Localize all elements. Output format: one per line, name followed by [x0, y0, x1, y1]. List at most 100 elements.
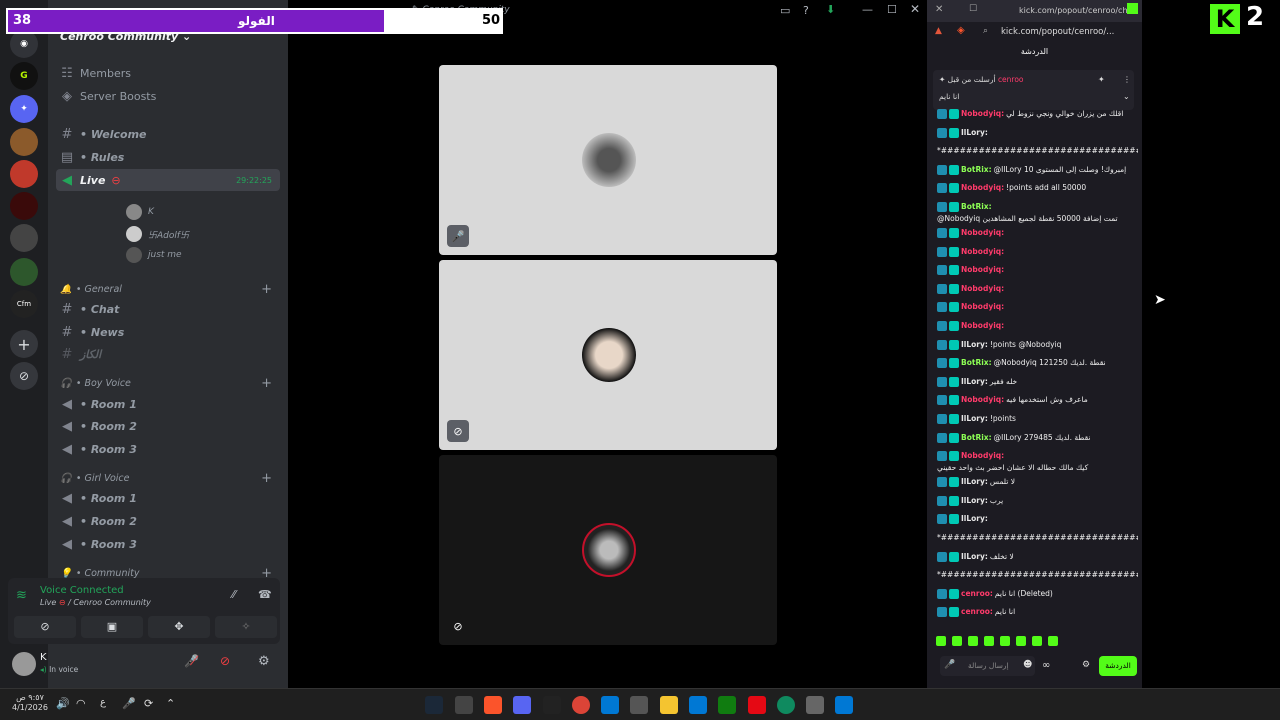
more-icon[interactable]: ⋮ [1123, 75, 1131, 84]
chat-message[interactable]: cenroo: انا نايم [937, 607, 1133, 618]
chat-username[interactable]: Nobodyiq: [961, 109, 1004, 119]
chat-username[interactable]: Nobodyiq: [961, 247, 1004, 257]
chat-message[interactable]: BotRix: @Nobodyiq تمت إضافة 50000 نقطة لج… [937, 202, 1133, 224]
category-girl-voice[interactable]: 🎧 • Girl Voice + [60, 471, 280, 486]
room-girl-2[interactable]: ◀ • Room 2 [56, 510, 280, 532]
chat-username[interactable]: IlLory: [961, 128, 988, 138]
add-channel-icon[interactable]: + [261, 471, 272, 486]
avatar[interactable] [12, 652, 36, 676]
channel-live[interactable]: ◀ Live ⊖ 29:22:25 [56, 169, 280, 191]
chat-message[interactable]: Nobodyiq: اقلك من يزران خوالي ونجي نزوط ل… [937, 109, 1133, 119]
voice-user-2[interactable]: 卐Adolf卐 [126, 225, 189, 243]
chat-username[interactable]: IlLory: [961, 340, 988, 350]
emote-icon[interactable] [1032, 636, 1042, 646]
chat-username[interactable]: BotRix: [961, 202, 992, 212]
download-icon[interactable]: ⬇ [826, 3, 835, 16]
chat-message[interactable]: IlLory: خله فقير [937, 376, 1133, 387]
soundboard-button[interactable]: ✧ [215, 616, 277, 638]
room-boy-3[interactable]: ◀ • Room 3 [56, 438, 280, 460]
brave-icon[interactable] [484, 696, 502, 714]
chat-username[interactable]: Nobodyiq: [961, 302, 1004, 312]
chat-message[interactable]: Nobodyiq: [937, 321, 1133, 331]
language-indicator[interactable]: ع [100, 697, 106, 708]
discord-home-icon[interactable]: ◉ [10, 30, 38, 58]
chat-message[interactable]: BotRix: @IlLory 279485 نقطة .لديك [937, 432, 1133, 443]
category-general[interactable]: 🔔 • General + [60, 282, 280, 297]
room-boy-1[interactable]: ◀ • Room 1 [56, 393, 280, 415]
chat-username[interactable]: Nobodyiq: [961, 265, 1004, 275]
chat-message[interactable]: Nobodyiq: [937, 246, 1133, 257]
address-bar[interactable]: ▲ ◈ ⌕ kick.com/popout/cenroo/... [927, 22, 1142, 42]
help-icon[interactable]: ? [803, 4, 809, 17]
server-icon-dark[interactable] [10, 192, 38, 220]
room-girl-1[interactable]: ◀ • Room 1 [56, 487, 280, 509]
chat-username[interactable]: BotRix: [961, 433, 992, 443]
add-channel-icon[interactable]: + [261, 282, 272, 297]
server-icon-active[interactable]: ✦ [10, 95, 38, 123]
server-icon-minecraft[interactable] [10, 128, 38, 156]
noise-suppress-icon[interactable]: ⁄⁄ [232, 588, 236, 601]
server-icon-cfm[interactable]: Cfm [10, 290, 38, 318]
chat-username[interactable]: IlLory: [961, 414, 988, 424]
notepad-icon[interactable] [630, 696, 648, 714]
add-channel-icon[interactable]: + [261, 376, 272, 391]
emote-icon[interactable] [936, 636, 946, 646]
chat-username[interactable]: cenroo: [961, 589, 993, 599]
app-icon[interactable] [543, 696, 561, 714]
add-server-icon[interactable]: + [10, 330, 38, 358]
chat-username[interactable]: IlLory: [961, 514, 988, 524]
maximize-icon[interactable]: ☐ [887, 3, 897, 16]
xbox-icon[interactable] [718, 696, 736, 714]
server-icon-red[interactable] [10, 160, 38, 188]
chat-username[interactable]: Nobodyiq: [961, 451, 1004, 461]
chat-message[interactable]: IlLory: يرب [937, 495, 1133, 506]
tab-icon[interactable]: ☐ [969, 4, 977, 14]
chat-message[interactable]: Nobodyiq: [937, 283, 1133, 294]
chat-username[interactable]: Nobodyiq: [961, 284, 1004, 294]
chat-username[interactable]: Nobodyiq: [961, 321, 1004, 331]
chat-username[interactable]: cenroo: [961, 607, 993, 617]
store-icon[interactable] [689, 696, 707, 714]
chat-message[interactable]: IlLory: لا تلمس [937, 477, 1133, 488]
chat-message[interactable]: cenroo: انا نايم (Deleted) [937, 588, 1133, 599]
chat-message[interactable]: Nobodyiq: [937, 228, 1133, 238]
chat-username[interactable]: BotRix: [961, 165, 992, 175]
discord-icon[interactable] [513, 696, 531, 714]
screen-share-button[interactable]: ▣ [81, 616, 143, 638]
channel-other[interactable]: # الكاز [56, 343, 280, 365]
video-tile-2[interactable]: ⊘ [439, 260, 777, 450]
chat-message[interactable]: IlLory: [937, 127, 1133, 138]
chat-message[interactable]: BotRix: @Nobodyiq 121250 نقطة .لديك [937, 358, 1133, 369]
photos-icon[interactable] [601, 696, 619, 714]
emote-icon[interactable] [984, 636, 994, 646]
inbox-icon[interactable]: ▭ [780, 4, 790, 17]
close-icon[interactable]: ✕ [910, 2, 920, 16]
obs-icon[interactable] [455, 696, 473, 714]
tray-app-icon[interactable]: ⟳ [144, 697, 153, 710]
chat-username[interactable]: IlLory: [961, 477, 988, 487]
chevron-up-icon[interactable]: ⌃ [166, 697, 175, 710]
file-explorer-icon[interactable] [660, 696, 678, 714]
chat-message[interactable]: *#####################################* [937, 533, 1138, 543]
edge-icon[interactable] [777, 696, 795, 714]
chat-username[interactable]: IlLory: [961, 496, 988, 506]
wifi-icon[interactable]: ◠ [76, 697, 86, 710]
chat-message[interactable]: *#####################################* [937, 570, 1138, 580]
channel-rules[interactable]: ▤ • Rules [56, 146, 280, 168]
chat-message[interactable]: IlLory: !points [937, 414, 1133, 424]
chrome-icon[interactable] [572, 696, 590, 714]
chat-username[interactable]: Nobodyiq: [961, 395, 1004, 405]
voice-user-1[interactable]: K [126, 203, 154, 221]
emote-icon[interactable] [952, 636, 962, 646]
mic-icon[interactable]: 🎤 [122, 697, 136, 710]
room-boy-2[interactable]: ◀ • Room 2 [56, 415, 280, 437]
minimize-icon[interactable]: — [862, 3, 873, 16]
server-icon-green[interactable] [10, 258, 38, 286]
emoji-icon[interactable]: ☻ [1023, 660, 1032, 670]
chat-input[interactable]: 🎤 إرسال رسالة ☻ [940, 656, 1035, 676]
server-icon-g[interactable]: G [10, 62, 38, 90]
room-girl-3[interactable]: ◀ • Room 3 [56, 533, 280, 555]
camera-off-button[interactable]: ⊘ [14, 616, 76, 638]
chat-message[interactable]: IlLory: !points @Nobodyiq [937, 339, 1133, 350]
close-icon[interactable]: ✕ [935, 4, 943, 15]
